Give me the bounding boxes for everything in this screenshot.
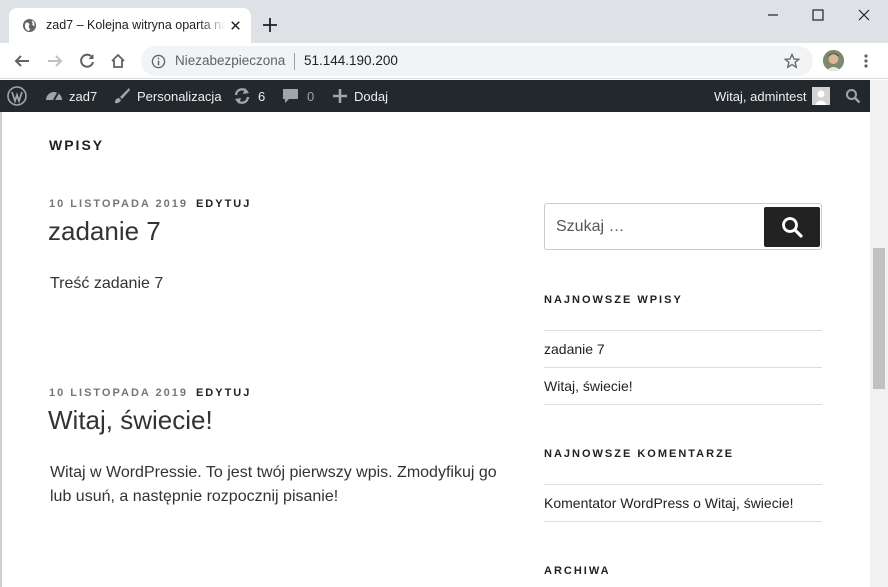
updates-menu[interactable]: 6 [232,80,265,112]
site-name-menu[interactable]: zad7 [44,80,97,112]
edit-link[interactable]: EDYTUJ [196,387,251,399]
dashboard-gauge-icon [46,92,62,101]
browser-tab[interactable]: zad7 – Kolejna witryna oparta na WordPre… [9,8,251,43]
post-date[interactable]: 10 LISTOPADA 2019 [49,198,188,210]
post-meta: 10 LISTOPADA 2019 EDYTUJ [49,198,251,210]
site-name: zad7 [69,88,98,104]
edit-link[interactable]: EDYTUJ [196,198,251,210]
profile-avatar[interactable] [823,50,844,71]
scrollbar-thumb[interactable] [873,248,885,389]
search-input[interactable]: Szukaj … [556,218,624,236]
bookmark-star-icon[interactable] [784,53,800,69]
post-date[interactable]: 10 LISTOPADA 2019 [49,387,188,399]
avatar-icon [823,50,844,71]
customize-label: Personalizacja [137,88,222,104]
new-tab-icon[interactable] [262,17,278,33]
recent-comments-title: NAJNOWSZE KOMENTARZE [544,448,735,460]
my-account-menu[interactable]: Witaj, admintest [714,80,831,112]
kebab-menu-icon[interactable] [858,53,874,69]
post-excerpt: Witaj w WordPressie. To jest twój pierws… [50,464,497,505]
search-button[interactable] [764,207,820,247]
reload-icon[interactable] [78,52,96,70]
post-title[interactable]: zadanie 7 [48,216,161,247]
close-tab-icon[interactable] [228,18,243,33]
omnibox-separator [294,53,295,70]
updates-icon [234,88,250,104]
recent-post-link[interactable]: Witaj, świecie! [544,378,633,394]
paintbrush-icon [115,88,130,104]
browser-toolbar: Niezabezpieczona 51.144.190.200 [0,43,888,79]
divider [544,521,822,522]
greeting-text: Witaj, admintest [714,88,807,104]
comment-bubble-icon [283,89,298,103]
search-form: Szukaj … [544,203,822,250]
tab-title: zad7 – Kolejna witryna oparta na WordPre… [46,18,226,32]
wordpress-logo-icon [7,86,27,106]
wp-admin-bar: zad7 Personalizacja 6 0 Dodaj Witaj, adm… [0,80,870,112]
customize-menu[interactable]: Personalizacja [112,80,222,112]
minimize-icon[interactable] [766,8,780,22]
home-icon[interactable] [109,52,127,70]
user-avatar-icon [812,87,831,105]
post-excerpt: Treść zadanie 7 [50,275,164,292]
close-window-icon[interactable] [857,8,871,22]
wp-logo-menu[interactable] [7,80,27,112]
comments-count: 0 [307,88,315,104]
recent-post-link[interactable]: zadanie 7 [544,341,605,357]
divider [544,484,822,485]
page-content [0,112,870,587]
updates-count: 6 [258,88,266,104]
post-meta: 10 LISTOPADA 2019 EDYTUJ [49,387,251,399]
new-label: Dodaj [354,88,388,104]
recent-comment-link[interactable]: Komentator WordPress o Witaj, świecie! [544,495,794,511]
archives-title: ARCHIWA [544,565,611,577]
address-bar[interactable]: Niezabezpieczona 51.144.190.200 [141,46,813,76]
forward-arrow-icon[interactable] [46,52,64,70]
maximize-icon[interactable] [811,8,825,22]
url-text[interactable]: 51.144.190.200 [304,53,398,68]
new-content-menu[interactable]: Dodaj [330,80,388,112]
back-arrow-icon[interactable] [13,52,31,70]
recent-posts-title: NAJNOWSZE WPISY [544,294,683,306]
comments-menu[interactable]: 0 [281,80,314,112]
plus-icon [333,89,347,103]
divider [544,404,822,405]
left-border [0,112,2,587]
search-icon [782,217,803,238]
divider [544,330,822,331]
globe-icon [22,18,37,33]
browser-tabstrip: zad7 – Kolejna witryna oparta na WordPre… [0,0,888,43]
info-icon[interactable] [151,54,166,69]
search-icon [846,89,861,104]
adminbar-search[interactable] [845,80,861,112]
section-title: WPISY [49,137,105,153]
divider [544,367,822,368]
post-title[interactable]: Witaj, świecie! [48,405,213,436]
security-label: Niezabezpieczona [175,53,286,68]
